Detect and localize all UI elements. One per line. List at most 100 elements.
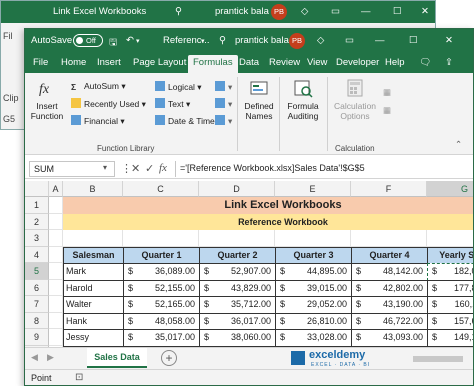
sales-value-cell[interactable]: $33,028.00 [275, 329, 352, 347]
sales-value-cell[interactable]: $48,058.00 [123, 312, 200, 330]
sales-value-cell[interactable]: $43,190.00 [351, 296, 428, 314]
undo-dropdown-icon[interactable]: ▾ [136, 37, 140, 45]
tab-review[interactable]: Review [269, 57, 300, 68]
calculate-now-icon[interactable]: ▦ [383, 87, 391, 98]
search-icon[interactable]: ⚲ [219, 35, 226, 46]
salesman-cell[interactable]: Mark [63, 263, 124, 281]
sales-value-cell[interactable]: $52,165.00 [123, 296, 200, 314]
tab-file[interactable]: File [33, 57, 48, 68]
save-icon[interactable]: 🖫 [109, 35, 117, 51]
salesman-cell[interactable]: Hank [63, 312, 124, 330]
text-button[interactable]: Text ▾ [155, 98, 190, 110]
tab-insert[interactable]: Insert [97, 57, 121, 68]
sales-value-cell[interactable]: $26,810.00 [275, 312, 352, 330]
maximize-icon[interactable]: ☐ [409, 35, 418, 46]
undo-icon[interactable]: ↶ [126, 35, 134, 46]
back-search-icon[interactable]: ⚲ [175, 6, 182, 17]
sales-value-cell[interactable]: $52,907.00 [199, 263, 276, 281]
sales-value-cell[interactable]: $29,052.00 [275, 296, 352, 314]
autosum-button[interactable]: Σ AutoSum ▾ [71, 81, 126, 92]
tab-home[interactable]: Home [61, 57, 86, 68]
sheet-tab-sales-data[interactable]: Sales Data [87, 348, 147, 368]
tab-formulas[interactable]: Formulas [188, 55, 238, 73]
sales-value-cell[interactable]: $36,089.00 [123, 263, 200, 281]
sales-value-cell[interactable]: $42,802.00 [351, 279, 428, 297]
sales-value-cell[interactable]: $52,155.00 [123, 279, 200, 297]
column-header-e[interactable]: E [275, 181, 351, 197]
sales-value-cell[interactable]: $43,093.00 [351, 329, 428, 347]
share-icon[interactable]: ⇪ [445, 57, 453, 68]
collapse-ribbon-icon[interactable]: ⌃ [455, 139, 462, 150]
formula-input[interactable]: ='[Reference Workbook.xlsx]Sales Data'!$… [175, 161, 469, 177]
avatar[interactable]: PB [289, 33, 305, 49]
column-header-b[interactable]: B [63, 181, 123, 197]
defined-names-button[interactable]: Defined Names [241, 77, 277, 121]
tab-data[interactable]: Data [239, 57, 259, 68]
calculation-options-button[interactable]: Calculation Options [331, 77, 379, 121]
sales-value-cell[interactable]: $36,017.00 [199, 312, 276, 330]
calculate-sheet-icon[interactable]: ▦ [383, 105, 391, 116]
sales-value-cell[interactable]: $35,712.00 [199, 296, 276, 314]
autosave-toggle[interactable]: Off [73, 34, 103, 47]
cancel-icon[interactable]: ✕ [131, 162, 140, 175]
formula-auditing-button[interactable]: Formula Auditing [281, 77, 325, 121]
scroll-left-icon[interactable]: ◀ [31, 352, 38, 363]
add-sheet-button[interactable]: + [161, 350, 177, 366]
select-all-corner[interactable] [25, 181, 49, 197]
scroll-right-icon[interactable]: ▶ [47, 352, 54, 363]
back-maximize-icon[interactable]: ☐ [393, 6, 402, 17]
salesman-cell[interactable]: Jessy [63, 329, 124, 347]
back-minimize-icon[interactable]: — [361, 6, 371, 17]
title-dropdown-icon[interactable]: ▾ [201, 37, 205, 45]
salesman-cell[interactable]: Walter [63, 296, 124, 314]
enter-icon[interactable]: ✓ [145, 162, 154, 175]
more-functions-button[interactable]: ▾ [215, 115, 232, 127]
back-diamond-icon[interactable]: ◇ [301, 6, 308, 17]
back-avatar[interactable]: PB [271, 4, 287, 20]
math-button[interactable]: ▾ [215, 98, 232, 110]
sales-value-cell[interactable]: $157,607.00 [427, 312, 473, 330]
back-ribbon-display-icon[interactable]: ▭ [331, 6, 340, 17]
minimize-icon[interactable]: — [375, 35, 385, 46]
logical-button[interactable]: Logical ▾ [155, 81, 202, 93]
sales-value-cell[interactable]: $43,829.00 [199, 279, 276, 297]
sales-value-cell[interactable]: $35,017.00 [123, 329, 200, 347]
recently-used-button[interactable]: Recently Used ▾ [71, 98, 146, 110]
row-header-2[interactable]: 2 [25, 213, 49, 230]
ribbon-display-icon[interactable]: ▭ [345, 35, 354, 46]
financial-button[interactable]: Financial ▾ [71, 115, 125, 127]
close-icon[interactable]: ✕ [445, 35, 453, 46]
row-header-6[interactable]: 6 [25, 279, 49, 296]
row-header-9[interactable]: 9 [25, 329, 49, 346]
sales-value-cell[interactable]: $149,198.00 [427, 329, 473, 347]
tab-view[interactable]: View [307, 57, 327, 68]
column-header-d[interactable]: D [199, 181, 275, 197]
selected-cell-g5[interactable]: $182,033.00 [427, 263, 473, 281]
sales-value-cell[interactable]: $39,015.00 [275, 279, 352, 297]
insert-function-icon[interactable]: fx [159, 162, 167, 174]
row-header-4[interactable]: 4 [25, 246, 49, 263]
tab-developer[interactable]: Developer [336, 57, 379, 68]
row-header-7[interactable]: 7 [25, 296, 49, 313]
column-header-a[interactable]: A [49, 181, 63, 197]
horizontal-scrollbar[interactable] [413, 356, 463, 362]
sales-value-cell[interactable]: $46,722.00 [351, 312, 428, 330]
comments-icon[interactable]: 🗨 [419, 57, 431, 68]
sales-value-cell[interactable]: $38,060.00 [199, 329, 276, 347]
back-close-icon[interactable]: ✕ [421, 6, 429, 17]
sales-value-cell[interactable]: $160,119.00 [427, 296, 473, 314]
date-time-button[interactable]: Date & Time ▾ [155, 115, 221, 127]
salesman-cell[interactable]: Harold [63, 279, 124, 297]
sales-value-cell[interactable]: $177,801.00 [427, 279, 473, 297]
row-header-8[interactable]: 8 [25, 312, 49, 329]
tab-help[interactable]: Help [385, 57, 405, 68]
column-header-g[interactable]: G [427, 181, 473, 197]
diamond-icon[interactable]: ◇ [317, 35, 324, 46]
name-box-dropdown-icon[interactable]: ▾ [103, 163, 107, 172]
row-header-3[interactable]: 3 [25, 230, 49, 247]
row-header-1[interactable]: 1 [25, 197, 49, 214]
lookup-button[interactable]: ▾ [215, 81, 232, 93]
tab-page-layout[interactable]: Page Layout [133, 57, 186, 68]
insert-function-button[interactable]: fx Insert Function [29, 77, 65, 121]
column-header-f[interactable]: F [351, 181, 427, 197]
